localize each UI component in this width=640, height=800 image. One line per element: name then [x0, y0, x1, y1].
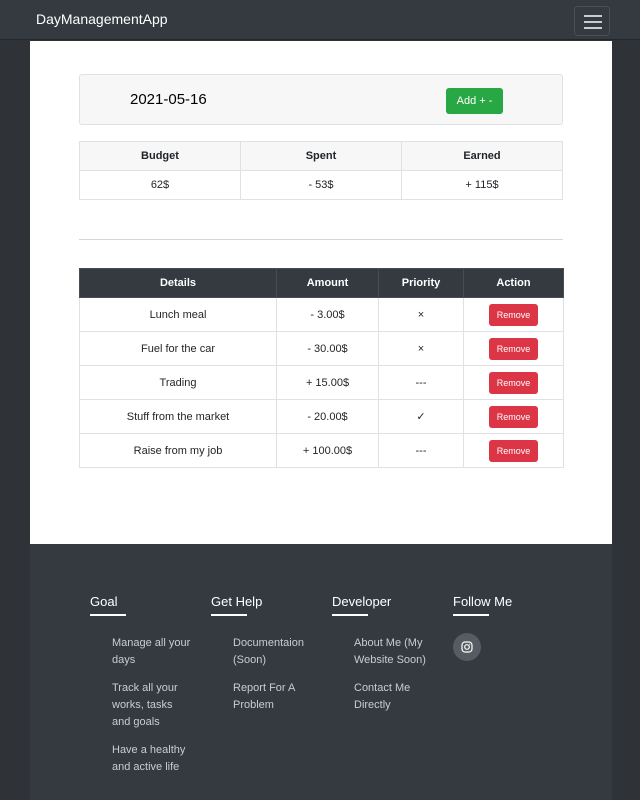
footer-follow-title: Follow Me [453, 594, 513, 609]
footer-help: Get Help Documentaion (Soon) Report For … [211, 594, 313, 725]
row-details: Fuel for the car [79, 331, 277, 366]
row-action: Remove [463, 365, 564, 400]
footer-goal-item: Track all your works, tasks and goals [112, 682, 178, 728]
row-amount: - 30.00$ [276, 331, 379, 366]
footer-follow: Follow Me [453, 594, 573, 674]
add-transaction-button[interactable]: Add + - [446, 88, 503, 114]
row-priority: × [378, 331, 464, 366]
title-underline [211, 614, 247, 616]
action-header: Action [463, 268, 564, 298]
budget-value: 62$ [79, 170, 241, 200]
row-action: Remove [463, 331, 564, 366]
row-action: Remove [463, 297, 564, 332]
remove-button[interactable]: Remove [489, 439, 538, 462]
footer-help-title: Get Help [211, 594, 263, 609]
row-amount: + 100.00$ [276, 433, 379, 468]
footer-developer-link[interactable]: About Me (My Website Soon) [354, 635, 434, 669]
budget-header: Budget [79, 141, 241, 171]
spent-value: - 53$ [240, 170, 402, 200]
row-priority: × [378, 297, 464, 332]
footer-help-link[interactable]: Documentaion (Soon) [233, 635, 313, 669]
footer-goal-item: Have a healthy and active life [112, 744, 186, 773]
row-details: Trading [79, 365, 277, 400]
brand-link[interactable]: DayManagementApp [36, 11, 168, 27]
main-content: 2021-05-16 Add + - Budget Spent Earned 6… [30, 41, 612, 544]
title-underline [332, 614, 368, 616]
current-date: 2021-05-16 [130, 91, 207, 108]
hamburger-menu-icon[interactable] [574, 6, 610, 36]
footer: Goal Manage all your days Track all your… [30, 544, 612, 800]
row-amount: - 3.00$ [276, 297, 379, 332]
row-action: Remove [463, 399, 564, 434]
row-details: Lunch meal [79, 297, 277, 332]
row-amount: - 20.00$ [276, 399, 379, 434]
table-row: Fuel for the car - 30.00$ × Remove [79, 331, 564, 366]
transactions-table: Details Amount Priority Action Lunch mea… [79, 268, 564, 468]
spent-header: Spent [240, 141, 402, 171]
table-row: Stuff from the market - 20.00$ ✓ Remove [79, 399, 564, 434]
details-header: Details [79, 268, 277, 298]
table-row: Lunch meal - 3.00$ × Remove [79, 297, 564, 332]
remove-button[interactable]: Remove [489, 337, 538, 360]
row-details: Raise from my job [79, 433, 277, 468]
footer-goal-title: Goal [90, 594, 118, 609]
remove-button[interactable]: Remove [489, 371, 538, 394]
footer-help-link[interactable]: Report For A Problem [233, 680, 313, 714]
row-priority: ✓ [378, 399, 464, 434]
footer-developer-title: Developer [332, 594, 392, 609]
row-priority: --- [378, 433, 464, 468]
instagram-icon[interactable] [453, 633, 481, 661]
summary-table: Budget Spent Earned 62$ - 53$ + 115$ [79, 141, 563, 200]
row-details: Stuff from the market [79, 399, 277, 434]
amount-header: Amount [276, 268, 379, 298]
divider [79, 239, 563, 240]
row-priority: --- [378, 365, 464, 400]
table-row: Trading + 15.00$ --- Remove [79, 365, 564, 400]
footer-developer: Developer About Me (My Website Soon) Con… [332, 594, 434, 725]
footer-goal: Goal Manage all your days Track all your… [90, 594, 192, 787]
table-row: Raise from my job + 100.00$ --- Remove [79, 433, 564, 468]
earned-value: + 115$ [401, 170, 563, 200]
remove-button[interactable]: Remove [489, 303, 538, 326]
title-underline [90, 614, 126, 616]
title-underline [453, 614, 489, 616]
priority-header: Priority [378, 268, 464, 298]
earned-header: Earned [401, 141, 563, 171]
remove-button[interactable]: Remove [489, 405, 538, 428]
date-card: 2021-05-16 Add + - [79, 74, 563, 125]
row-action: Remove [463, 433, 564, 468]
row-amount: + 15.00$ [276, 365, 379, 400]
footer-developer-link[interactable]: Contact Me Directly [354, 680, 434, 714]
footer-goal-item: Manage all your days [112, 637, 191, 666]
navbar: DayManagementApp [0, 0, 640, 40]
